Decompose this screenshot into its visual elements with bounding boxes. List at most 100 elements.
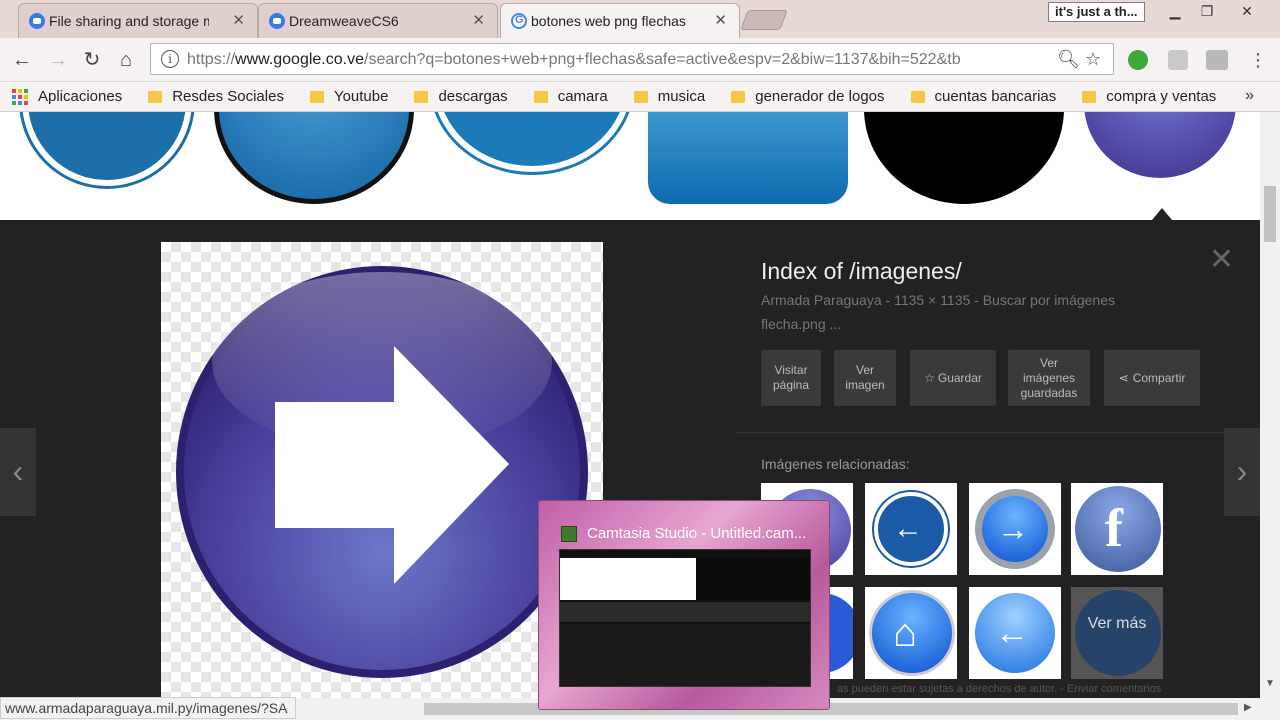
status-url: www.armadaparaguaya.mil.py/imagenes/?SA bbox=[0, 697, 297, 719]
scroll-down-icon[interactable]: ▼ bbox=[1265, 678, 1275, 689]
close-tab-icon[interactable]: ✕ bbox=[714, 11, 727, 29]
apps-grid-icon bbox=[12, 88, 28, 105]
bookmark-folder[interactable]: camara bbox=[533, 88, 608, 105]
vertical-scroll-thumb[interactable] bbox=[1264, 186, 1276, 242]
address-bar[interactable]: i https://www.google.co.ve/search?q=boto… bbox=[150, 43, 1114, 75]
vertical-scrollbar[interactable]: ▼ bbox=[1260, 112, 1280, 698]
main-image[interactable] bbox=[161, 242, 603, 698]
button-label: Visitar página bbox=[772, 363, 810, 392]
close-tab-icon[interactable]: ✕ bbox=[472, 11, 485, 29]
folder-icon bbox=[1082, 90, 1097, 103]
reload-icon[interactable]: ↻ bbox=[80, 48, 104, 72]
tab-title: File sharing and storage m bbox=[49, 13, 209, 29]
related-image-facebook[interactable]: f bbox=[1071, 483, 1163, 575]
tab-title: DreamweaveCS6 bbox=[289, 13, 399, 29]
page-info-icon[interactable]: i bbox=[161, 50, 179, 68]
forward-icon[interactable]: → bbox=[46, 48, 70, 72]
bookmark-folder[interactable]: cuentas bancarias bbox=[910, 88, 1057, 105]
image-results-row bbox=[0, 112, 1260, 220]
file-sharing-favicon-icon bbox=[29, 13, 45, 29]
result-thumb-arrow-6[interactable] bbox=[1084, 112, 1236, 178]
close-window-icon[interactable]: ✕ bbox=[1232, 1, 1262, 21]
view-image-button[interactable]: Ver imagen bbox=[834, 350, 896, 406]
search-by-image-link[interactable]: Buscar por imágenes bbox=[983, 292, 1115, 308]
save-button[interactable]: ☆ Guardar bbox=[910, 350, 996, 406]
tab-file-sharing[interactable]: File sharing and storage m ✕ bbox=[18, 3, 258, 38]
bookmark-label: Resdes Sociales bbox=[172, 88, 284, 105]
bookmark-folder[interactable]: Youtube bbox=[309, 88, 389, 105]
view-saved-images-button[interactable]: Ver imágenes guardadas bbox=[1008, 350, 1090, 406]
purple-arrow-button-icon bbox=[176, 266, 588, 678]
related-image-blue-left-arrow[interactable]: ← bbox=[865, 483, 957, 575]
result-thumb-arrow-3[interactable] bbox=[432, 112, 632, 172]
folder-icon bbox=[148, 90, 163, 103]
related-images-label: Imágenes relacionadas: bbox=[761, 456, 910, 472]
menu-icon[interactable]: ⋮ bbox=[1246, 48, 1270, 72]
bookmark-folder[interactable]: Resdes Sociales bbox=[148, 88, 284, 105]
close-panel-icon[interactable]: ✕ bbox=[1209, 242, 1234, 277]
bookmark-label: Aplicaciones bbox=[38, 88, 123, 105]
bookmarks-bar: Aplicaciones Resdes Sociales Youtube des… bbox=[0, 82, 1280, 112]
tab-dreamweaver[interactable]: DreamweaveCS6 ✕ bbox=[258, 3, 498, 38]
camtasia-window-preview[interactable]: Camtasia Studio - Untitled.cam... bbox=[538, 500, 830, 710]
bookmark-folder[interactable]: descargas bbox=[414, 88, 508, 105]
browser-toolbar: ← → ↻ ⌂ i https://www.google.co.ve/searc… bbox=[0, 38, 1280, 82]
folder-icon bbox=[533, 90, 548, 103]
image-filename: flecha.png ... bbox=[761, 316, 842, 332]
related-image-blue-left-arrow-2[interactable]: ← bbox=[969, 587, 1061, 679]
bookmark-folder[interactable]: generador de logos bbox=[731, 88, 885, 105]
bookmark-star-icon[interactable]: ☆ bbox=[1085, 49, 1101, 70]
home-icon[interactable]: ⌂ bbox=[114, 48, 138, 72]
result-thumb-arrow-1[interactable] bbox=[22, 112, 192, 186]
folder-icon bbox=[910, 90, 925, 103]
close-tab-icon[interactable]: ✕ bbox=[232, 11, 245, 29]
share-icon: ⋖ bbox=[1118, 370, 1129, 385]
image-source[interactable]: Armada Paraguaya bbox=[761, 292, 882, 308]
button-label: Compartir bbox=[1132, 370, 1186, 385]
folder-icon bbox=[633, 90, 648, 103]
1b-extension-icon[interactable] bbox=[1206, 50, 1228, 70]
minimize-icon[interactable]: ▁ bbox=[1160, 1, 1190, 21]
tab-strip: File sharing and storage m ✕ DreamweaveC… bbox=[0, 0, 1280, 38]
url-prefix: https:// bbox=[187, 51, 236, 68]
bookmark-label: Youtube bbox=[333, 88, 389, 105]
bookmark-label: cuentas bancarias bbox=[934, 88, 1057, 105]
green-extension-icon[interactable] bbox=[1128, 50, 1148, 70]
copyright-notice[interactable]: as pueden estar sujetas a derechos de au… bbox=[837, 683, 1161, 695]
result-thumb-arrow-5[interactable] bbox=[864, 112, 1064, 204]
result-thumb-arrow-4[interactable] bbox=[648, 112, 848, 204]
previous-image-icon[interactable]: ‹ bbox=[0, 428, 36, 516]
related-image-blue-right-arrow[interactable]: → bbox=[969, 483, 1061, 575]
bookmark-folder[interactable]: musica bbox=[633, 88, 705, 105]
bookmark-apps[interactable]: Aplicaciones bbox=[12, 88, 122, 105]
related-image-home[interactable]: ⌂ bbox=[865, 587, 957, 679]
profile-label[interactable]: it's just a th... bbox=[1048, 2, 1145, 22]
back-icon[interactable]: ← bbox=[10, 48, 34, 72]
divider bbox=[737, 432, 1260, 433]
url-text[interactable]: https://www.google.co.ve/search?q=botone… bbox=[187, 51, 1053, 69]
button-label: Guardar bbox=[937, 370, 982, 385]
bookmark-label: descargas bbox=[438, 88, 508, 105]
visit-page-button[interactable]: Visitar página bbox=[761, 350, 821, 406]
share-button[interactable]: ⋖ Compartir bbox=[1104, 350, 1200, 406]
zoom-icon[interactable]: 🔍︎ bbox=[1057, 49, 1080, 70]
star-icon: ☆ bbox=[924, 370, 935, 385]
dreamweaver-favicon-icon bbox=[269, 13, 285, 29]
scroll-right-icon[interactable]: ▶ bbox=[1244, 702, 1252, 713]
bookmark-folder[interactable]: compra y ventas bbox=[1082, 88, 1216, 105]
url-domain: www.google.co.ve bbox=[235, 51, 364, 68]
camtasia-title: Camtasia Studio - Untitled.cam... bbox=[587, 525, 807, 542]
pdf-extension-icon[interactable] bbox=[1168, 50, 1188, 70]
tab-title: botones web png flechas bbox=[531, 13, 686, 29]
tab-google-search[interactable]: botones web png flechas ✕ bbox=[500, 3, 740, 38]
button-label: Ver imágenes guardadas bbox=[1020, 355, 1078, 400]
restore-icon[interactable]: ❐ bbox=[1192, 1, 1222, 21]
image-meta: Armada Paraguaya - 1135 × 1135 - Buscar … bbox=[761, 292, 1116, 332]
ver-mas-button[interactable]: Ver más bbox=[1071, 587, 1163, 679]
new-tab-button[interactable] bbox=[740, 10, 788, 30]
folder-icon bbox=[414, 90, 429, 103]
image-title[interactable]: Index of /imagenes/ bbox=[761, 258, 962, 285]
url-path: /search?q=botones+web+png+flechas&safe=a… bbox=[364, 51, 961, 68]
result-thumb-arrow-2[interactable] bbox=[214, 112, 414, 204]
more-bookmarks-icon[interactable]: » bbox=[1245, 87, 1254, 105]
